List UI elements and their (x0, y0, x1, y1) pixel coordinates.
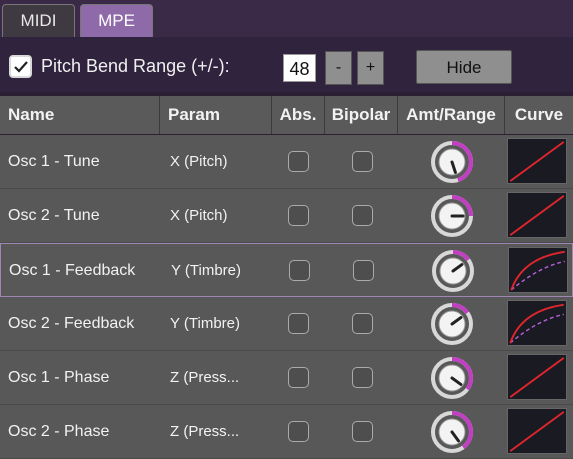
bipolar-checkbox[interactable] (352, 205, 373, 226)
abs-checkbox[interactable] (288, 205, 309, 226)
table-row[interactable]: Osc 2 - Tune X (Pitch) (0, 189, 573, 243)
amount-knob[interactable] (430, 356, 474, 400)
abs-checkbox[interactable] (288, 421, 309, 442)
column-header-bipolar: Bipolar (325, 96, 398, 134)
amount-knob[interactable] (430, 140, 474, 184)
column-header-curve: Curve (514, 105, 564, 124)
hide-button[interactable]: Hide (416, 50, 512, 84)
row-param[interactable]: Z (Press... (170, 351, 239, 405)
pitch-bend-value-field[interactable]: 48 (283, 54, 316, 82)
row-param[interactable]: X (Pitch) (170, 189, 228, 243)
tab-midi[interactable]: MIDI (2, 4, 75, 37)
row-param[interactable]: Z (Press... (170, 405, 239, 459)
tab-bar: MIDI MPE (0, 0, 573, 37)
table-row[interactable]: Osc 2 - Phase Z (Press... (0, 405, 573, 459)
column-header-abs: Abs. (272, 96, 325, 134)
row-name: Osc 1 - Tune (8, 153, 100, 170)
amount-knob[interactable] (430, 410, 474, 454)
row-name: Osc 1 - Phase (8, 369, 110, 386)
amount-knob[interactable] (430, 194, 474, 238)
response-curve[interactable] (507, 138, 567, 184)
decrement-button[interactable]: - (325, 51, 352, 85)
increment-button[interactable]: + (357, 51, 384, 85)
column-header-amt-range: Amt/Range (398, 96, 505, 134)
row-name: Osc 2 - Feedback (8, 315, 135, 332)
row-name: Osc 1 - Feedback (9, 262, 136, 279)
amount-knob[interactable] (430, 302, 474, 346)
row-param[interactable]: Y (Timbre) (171, 244, 241, 298)
column-header-name: Name (0, 96, 160, 134)
tab-mpe[interactable]: MPE (80, 4, 153, 37)
bipolar-checkbox[interactable] (352, 421, 373, 442)
checkmark-icon (14, 61, 28, 73)
bipolar-checkbox[interactable] (352, 313, 373, 334)
response-curve[interactable] (507, 300, 567, 346)
row-param[interactable]: Y (Timbre) (170, 297, 240, 351)
table-row[interactable]: Osc 1 - Tune X (Pitch) (0, 135, 573, 189)
bipolar-checkbox[interactable] (352, 151, 373, 172)
abs-checkbox[interactable] (288, 313, 309, 334)
row-name: Osc 2 - Phase (8, 423, 110, 440)
pitch-bend-checkbox[interactable] (9, 55, 32, 78)
abs-checkbox[interactable] (289, 260, 310, 281)
abs-checkbox[interactable] (288, 151, 309, 172)
row-name: Osc 2 - Tune (8, 207, 100, 224)
response-curve[interactable] (507, 192, 567, 238)
table-row[interactable]: Osc 2 - Feedback Y (Timbre) (0, 297, 573, 351)
bipolar-checkbox[interactable] (352, 367, 373, 388)
table-header: Name Param Abs. Bipolar Amt/Range Curve (0, 96, 573, 134)
pitch-bend-label: Pitch Bend Range (+/-): (41, 56, 230, 76)
table-row[interactable]: Osc 1 - Phase Z (Press... (0, 351, 573, 405)
table-row[interactable]: Osc 1 - Feedback Y (Timbre) (0, 243, 573, 297)
bipolar-checkbox[interactable] (353, 260, 374, 281)
abs-checkbox[interactable] (288, 367, 309, 388)
column-header-param: Param (160, 96, 272, 134)
response-curve[interactable] (508, 247, 568, 293)
amount-knob[interactable] (431, 249, 475, 293)
response-curve[interactable] (507, 354, 567, 400)
response-curve[interactable] (507, 408, 567, 454)
row-param[interactable]: X (Pitch) (170, 135, 228, 189)
